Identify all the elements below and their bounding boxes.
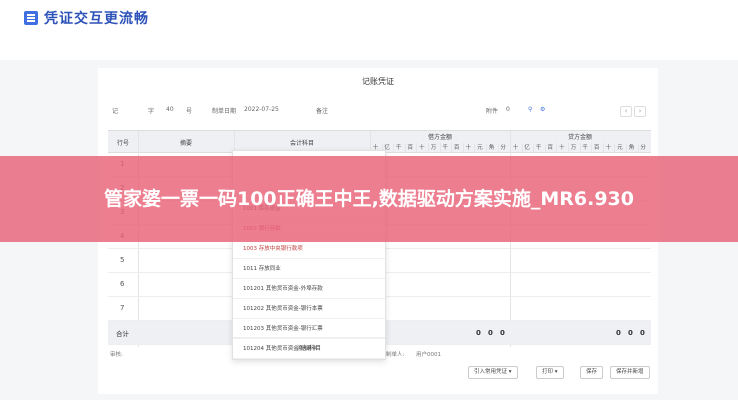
- digit-header: 角: [626, 143, 636, 153]
- col-credit: 贷方金额: [567, 134, 592, 141]
- save-button[interactable]: 保存: [580, 366, 604, 379]
- paperclip-icon[interactable]: ⚲: [528, 106, 532, 113]
- debit-total-digit: 0: [500, 329, 505, 337]
- maker-value: 用户0001: [416, 352, 441, 358]
- row-number: 6: [120, 280, 125, 288]
- voucher-number-suffix: 号: [186, 108, 193, 115]
- digit-header: 角: [486, 143, 496, 153]
- total-label: 合计: [116, 330, 129, 338]
- digit-header: 分: [497, 143, 508, 153]
- account-code: 101202: [243, 306, 264, 312]
- account-code: 1011: [243, 266, 257, 272]
- digit-header: 百: [404, 143, 415, 153]
- account-code: 101201: [243, 286, 264, 292]
- credit-total-digit: 0: [628, 329, 633, 337]
- account-code: 1003: [243, 246, 257, 252]
- document-icon: [24, 11, 38, 25]
- prev-voucher-button[interactable]: ‹: [620, 106, 632, 117]
- digit-header: 分: [637, 143, 648, 153]
- digit-header: 亿: [521, 143, 532, 153]
- account-option[interactable]: 101201 其他货币资金-外埠存款: [233, 279, 385, 299]
- remark-input[interactable]: 备注: [316, 106, 328, 115]
- row-number: 5: [120, 256, 125, 264]
- digit-header: 百: [591, 143, 601, 153]
- add-account-button[interactable]: 添加科目: [233, 337, 385, 359]
- digit-header: 千: [439, 143, 450, 153]
- debit-total-digit: 0: [476, 329, 481, 337]
- account-name: 其他货币资金-银行本票: [265, 306, 323, 312]
- voucher-type-select[interactable]: 记: [112, 106, 118, 115]
- col-debit: 借方金额: [427, 134, 452, 141]
- digit-header: 十: [462, 143, 473, 153]
- maker-label: 制单人:: [386, 352, 405, 358]
- digit-header: 千: [533, 143, 543, 153]
- account-option[interactable]: 1003 存放中央银行款项: [233, 239, 385, 259]
- digit-header: 万: [568, 143, 578, 153]
- credit-total-digit: 0: [640, 329, 645, 337]
- row-number: 7: [120, 304, 125, 312]
- digit-header: 元: [474, 143, 484, 153]
- app-header: 凭证交互更流畅: [0, 0, 738, 36]
- print-button[interactable]: 打印 ▾: [536, 366, 564, 379]
- debit-total-digit: 0: [488, 329, 493, 337]
- account-code: 101203: [243, 326, 264, 332]
- page-title: 凭证交互更流畅: [44, 11, 149, 27]
- account-name: 其他货币资金-银行汇票: [265, 326, 323, 332]
- account-option[interactable]: 1011 存放同业: [233, 259, 385, 279]
- account-option[interactable]: 101202 其他货币资金-银行本票: [233, 299, 385, 319]
- save-and-new-button[interactable]: 保存并新增: [610, 366, 650, 379]
- digit-header: 元: [614, 143, 624, 153]
- import-template-button[interactable]: 引入常用凭证 ▾: [468, 366, 518, 379]
- account-name: 其他货币资金-外埠存款: [265, 286, 323, 292]
- voucher-word-label: 字: [148, 108, 155, 115]
- digit-header: 千: [393, 143, 403, 153]
- digit-header: 千: [579, 143, 590, 153]
- col-summary: 摘要: [179, 139, 192, 147]
- attach-count-input[interactable]: 0: [506, 106, 510, 113]
- audit-label: 审核:: [110, 352, 123, 358]
- attach-label: 附件: [486, 108, 499, 115]
- col-row-no: 行号: [116, 139, 129, 147]
- next-voucher-button[interactable]: ›: [634, 106, 646, 117]
- voucher-title: 记账凭证: [362, 77, 394, 86]
- settings-icon[interactable]: ⚙: [540, 106, 545, 113]
- account-name: 存放同业: [258, 266, 281, 272]
- date-input[interactable]: 2022-07-25: [244, 106, 279, 113]
- banner-text: 管家婆一票一码100正确王中王,数据驱动方案实施_MR6.930: [103, 188, 635, 210]
- action-buttons: 引入常用凭证 ▾ 打印 ▾ 保存 保存并新增: [468, 366, 658, 380]
- date-label: 制单日期: [212, 108, 237, 115]
- digit-header: 万: [428, 143, 438, 153]
- digit-header: 百: [544, 143, 555, 153]
- account-option[interactable]: 101203 其他货币资金-银行汇票: [233, 319, 385, 339]
- digit-header: 十: [556, 143, 566, 153]
- digit-header: 十: [602, 143, 613, 153]
- digit-header: 十: [510, 143, 520, 153]
- digit-header: 百: [451, 143, 461, 153]
- account-name: 存放中央银行款项: [258, 246, 303, 252]
- voucher-meta-bar: 记 字 40 号 制单日期 2022-07-25 备注 附件 0 ⚲ ⚙ ‹ ›: [108, 104, 648, 118]
- digit-header: 十: [416, 143, 426, 153]
- credit-total-digit: 0: [616, 329, 621, 337]
- promo-banner: 管家婆一票一码100正确王中王,数据驱动方案实施_MR6.930: [0, 156, 738, 242]
- voucher-number-input[interactable]: 40: [166, 106, 174, 113]
